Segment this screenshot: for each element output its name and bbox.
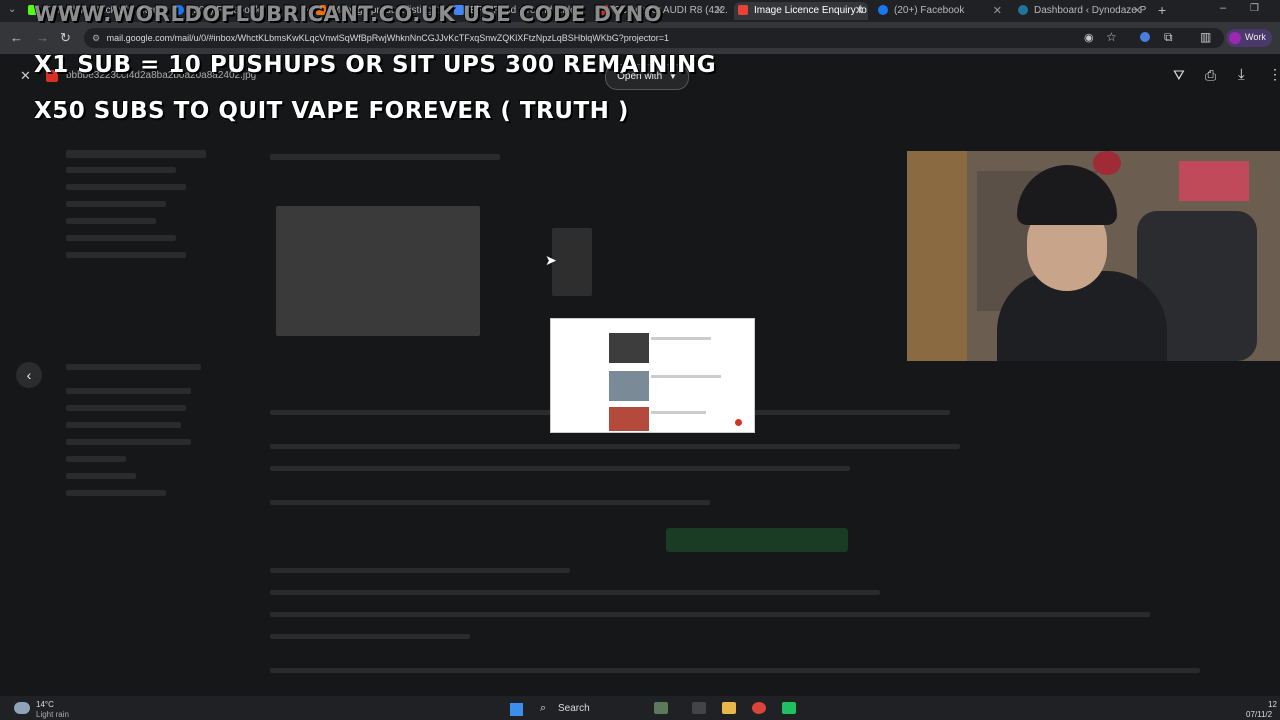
- site-info-icon[interactable]: ⚙: [92, 33, 100, 43]
- overlay-banner-promo: WWW.WORLDOFLUBRICANT.CO.UK USE CODE DYNO: [34, 2, 663, 26]
- ghost-email-line: [270, 154, 500, 160]
- bookmark-star-icon[interactable]: ☆: [1106, 30, 1117, 44]
- ghost-green-button: [666, 528, 848, 552]
- ghost-sidebar-item: [66, 150, 206, 158]
- ghost-sidebar-item: [66, 201, 166, 207]
- minimize-icon[interactable]: –: [1220, 2, 1226, 14]
- tab-search-icon[interactable]: ⌄: [8, 4, 16, 15]
- window-preview-thumbnail[interactable]: [550, 318, 755, 433]
- ghost-image-thumbnail: [276, 206, 480, 336]
- search-icon: ⌕: [540, 702, 547, 714]
- ghost-sidebar-item: [66, 473, 136, 479]
- task-view-icon[interactable]: [654, 702, 668, 714]
- add-to-drive-icon[interactable]: ⛛: [1173, 67, 1185, 84]
- ghost-email-line: [270, 634, 470, 639]
- ghost-sidebar-item: [66, 235, 176, 241]
- taskbar-search-label: Search: [558, 703, 590, 714]
- download-icon[interactable]: ⤓: [1238, 66, 1245, 83]
- wordpress-icon: [1018, 5, 1028, 16]
- eye-icon[interactable]: ◉: [1084, 31, 1094, 44]
- ghost-sidebar-item: [66, 252, 186, 258]
- mouse-cursor-icon: ➤: [545, 252, 557, 268]
- profile-label: Work: [1245, 32, 1266, 42]
- gmail-icon: [738, 5, 748, 16]
- ghost-sidebar-item: [66, 167, 176, 173]
- sidebar-icon[interactable]: ▥: [1200, 30, 1211, 44]
- preview-text-line: [651, 411, 706, 414]
- preview-text-line: [651, 337, 711, 340]
- new-tab-icon[interactable]: +: [1158, 2, 1166, 18]
- close-tab-icon[interactable]: ✕: [1133, 2, 1142, 20]
- print-icon[interactable]: ⎙: [1205, 67, 1216, 84]
- tab-label: Image Licence Enquiry fo: [754, 5, 867, 16]
- puzzle-icon[interactable]: ⧉: [1164, 30, 1173, 45]
- webcam-shelf: [907, 151, 967, 361]
- close-tab-icon[interactable]: ✕: [993, 2, 1002, 20]
- webcam-overlay: [907, 151, 1280, 361]
- overlay-banner-vape: X50 SUBS TO QUIT VAPE FOREVER ( TRUTH ): [34, 98, 629, 124]
- ghost-sidebar-item: [66, 364, 201, 370]
- ghost-email-line: [270, 668, 1200, 673]
- overlay-banner-pushups: X1 SUB = 10 PUSHUPS OR SIT UPS 300 REMAI…: [34, 52, 717, 78]
- ghost-email-line: [270, 612, 1150, 617]
- weather-temp: 14°C: [36, 700, 54, 709]
- ghost-sidebar-item: [66, 405, 186, 411]
- windows-start-icon[interactable]: [510, 703, 523, 716]
- restore-icon[interactable]: ❐: [1250, 3, 1259, 14]
- tab-label: Dashboard ‹ Dynodaze P: [1034, 5, 1146, 16]
- webcam-bottles: [1179, 161, 1249, 201]
- ghost-sidebar-item: [66, 490, 166, 496]
- url-text: mail.google.com/mail/u/0/#inbox/WhctKLbm…: [106, 33, 670, 43]
- file-explorer-icon[interactable]: [722, 702, 736, 714]
- ghost-sidebar-item: [66, 388, 191, 394]
- clock-time[interactable]: 12: [1268, 700, 1277, 709]
- close-tab-icon[interactable]: ✕: [855, 2, 864, 20]
- close-tab-icon[interactable]: ✕: [715, 2, 724, 20]
- taskbar-search[interactable]: ⌕ Search: [534, 700, 644, 718]
- previous-image-button[interactable]: ‹: [16, 362, 42, 388]
- ghost-email-line: [270, 590, 880, 595]
- ghost-email-line: [270, 444, 960, 449]
- address-bar[interactable]: ⚙ mail.google.com/mail/u/0/#inbox/WhctKL…: [84, 28, 1224, 48]
- ghost-email-line: [270, 568, 570, 573]
- preview-image-car: [609, 333, 649, 363]
- forward-icon[interactable]: →: [36, 30, 49, 45]
- preview-text-line: [651, 375, 721, 378]
- preview-image-traffic: [609, 371, 649, 401]
- preview-close-icon[interactable]: [735, 419, 742, 426]
- weather-desc: Light rain: [36, 710, 69, 719]
- ghost-sidebar-item: [66, 218, 156, 224]
- more-options-icon[interactable]: ⋮: [1268, 66, 1280, 83]
- preview-image-red-car: [609, 407, 649, 431]
- reload-icon[interactable]: ↻: [60, 30, 71, 46]
- ghost-sidebar-item: [66, 456, 126, 462]
- ghost-sidebar-item: [66, 422, 181, 428]
- browser-tab-active[interactable]: Image Licence Enquiry fo ✕: [734, 2, 868, 20]
- browser-tab[interactable]: (20+) Facebook ✕: [878, 2, 1006, 20]
- ghost-email-line: [270, 500, 710, 505]
- ghost-image-thumbnail: [552, 228, 592, 296]
- facebook-icon: [878, 5, 888, 16]
- tab-label: (20+) Facebook: [894, 5, 965, 16]
- chrome-icon[interactable]: [752, 702, 766, 714]
- profile-chip[interactable]: Work: [1226, 29, 1272, 47]
- widgets-icon[interactable]: [692, 702, 706, 714]
- webcam-beanie-pompom: [1093, 151, 1121, 175]
- ghost-sidebar-item: [66, 439, 191, 445]
- close-viewer-icon[interactable]: ✕: [20, 68, 31, 84]
- avatar: [1229, 32, 1241, 44]
- extension-icon[interactable]: [1140, 32, 1150, 42]
- ghost-email-line: [270, 466, 850, 471]
- weather-icon[interactable]: [14, 702, 30, 714]
- back-icon[interactable]: ←: [10, 30, 23, 45]
- app-icon[interactable]: [782, 702, 796, 714]
- ghost-sidebar-item: [66, 184, 186, 190]
- clock-date[interactable]: 07/11/2: [1246, 710, 1272, 719]
- browser-tab[interactable]: Dashboard ‹ Dynodaze P ✕: [1018, 2, 1146, 20]
